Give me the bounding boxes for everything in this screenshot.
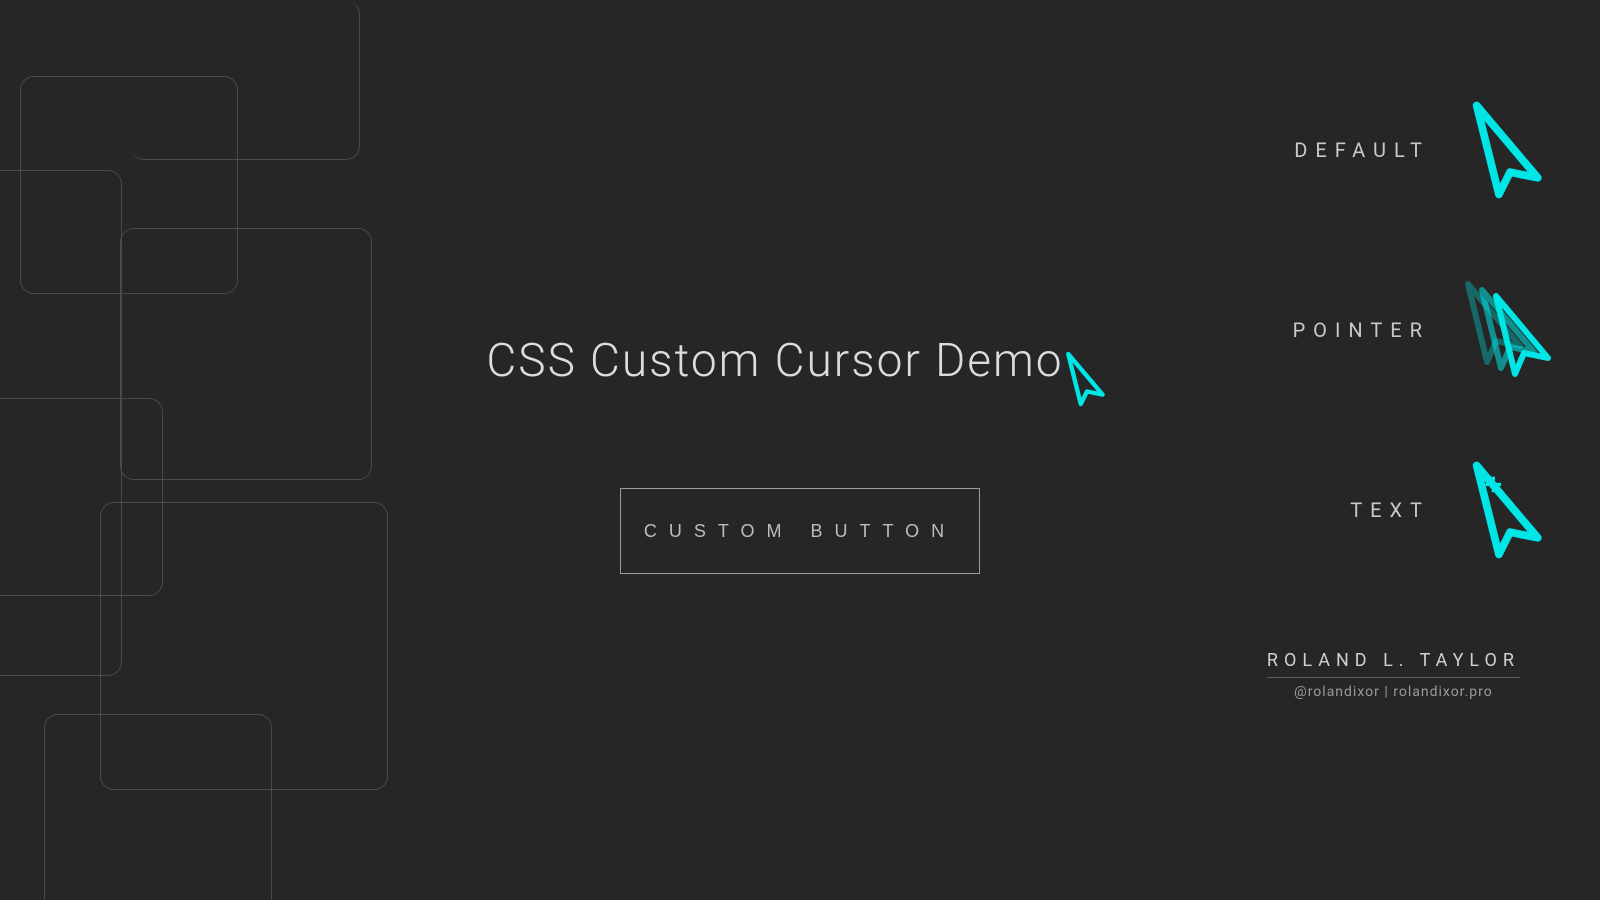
- legend-row-text: TEXT: [1220, 420, 1560, 600]
- legend-label: DEFAULT: [1220, 138, 1430, 162]
- decorative-square: [0, 398, 163, 596]
- title-row: CSS Custom Cursor Demo: [486, 326, 1113, 388]
- main-content: CSS Custom Cursor Demo CUSTOM BUTTON: [350, 326, 1250, 574]
- decorative-square: [44, 714, 272, 900]
- author-handle[interactable]: @rolandixor | rolandixor.pro: [1267, 684, 1520, 700]
- legend-label: POINTER: [1220, 318, 1430, 342]
- custom-button[interactable]: CUSTOM BUTTON: [620, 488, 980, 574]
- legend-row-default: DEFAULT: [1220, 60, 1560, 240]
- decorative-square: [100, 502, 388, 790]
- cursor-legend: DEFAULT POINTER TEXT: [1220, 60, 1560, 600]
- author-block: ROLAND L. TAYLOR @rolandixor | rolandixo…: [1267, 650, 1520, 700]
- decorative-square: [20, 76, 238, 294]
- decorative-square: [120, 228, 372, 480]
- legend-label: TEXT: [1220, 498, 1430, 522]
- page-title: CSS Custom Cursor Demo: [486, 334, 1063, 388]
- legend-row-pointer: POINTER: [1220, 240, 1560, 420]
- cursor-default-icon: [1460, 100, 1560, 200]
- decorative-square: [0, 170, 122, 676]
- custom-button-label: CUSTOM BUTTON: [644, 521, 956, 542]
- decorative-square: [130, 0, 360, 160]
- cursor-pointer-icon: [1460, 280, 1560, 380]
- author-name: ROLAND L. TAYLOR: [1267, 650, 1520, 678]
- cursor-default-small-icon: [1062, 350, 1112, 412]
- cursor-text-icon: [1460, 460, 1560, 560]
